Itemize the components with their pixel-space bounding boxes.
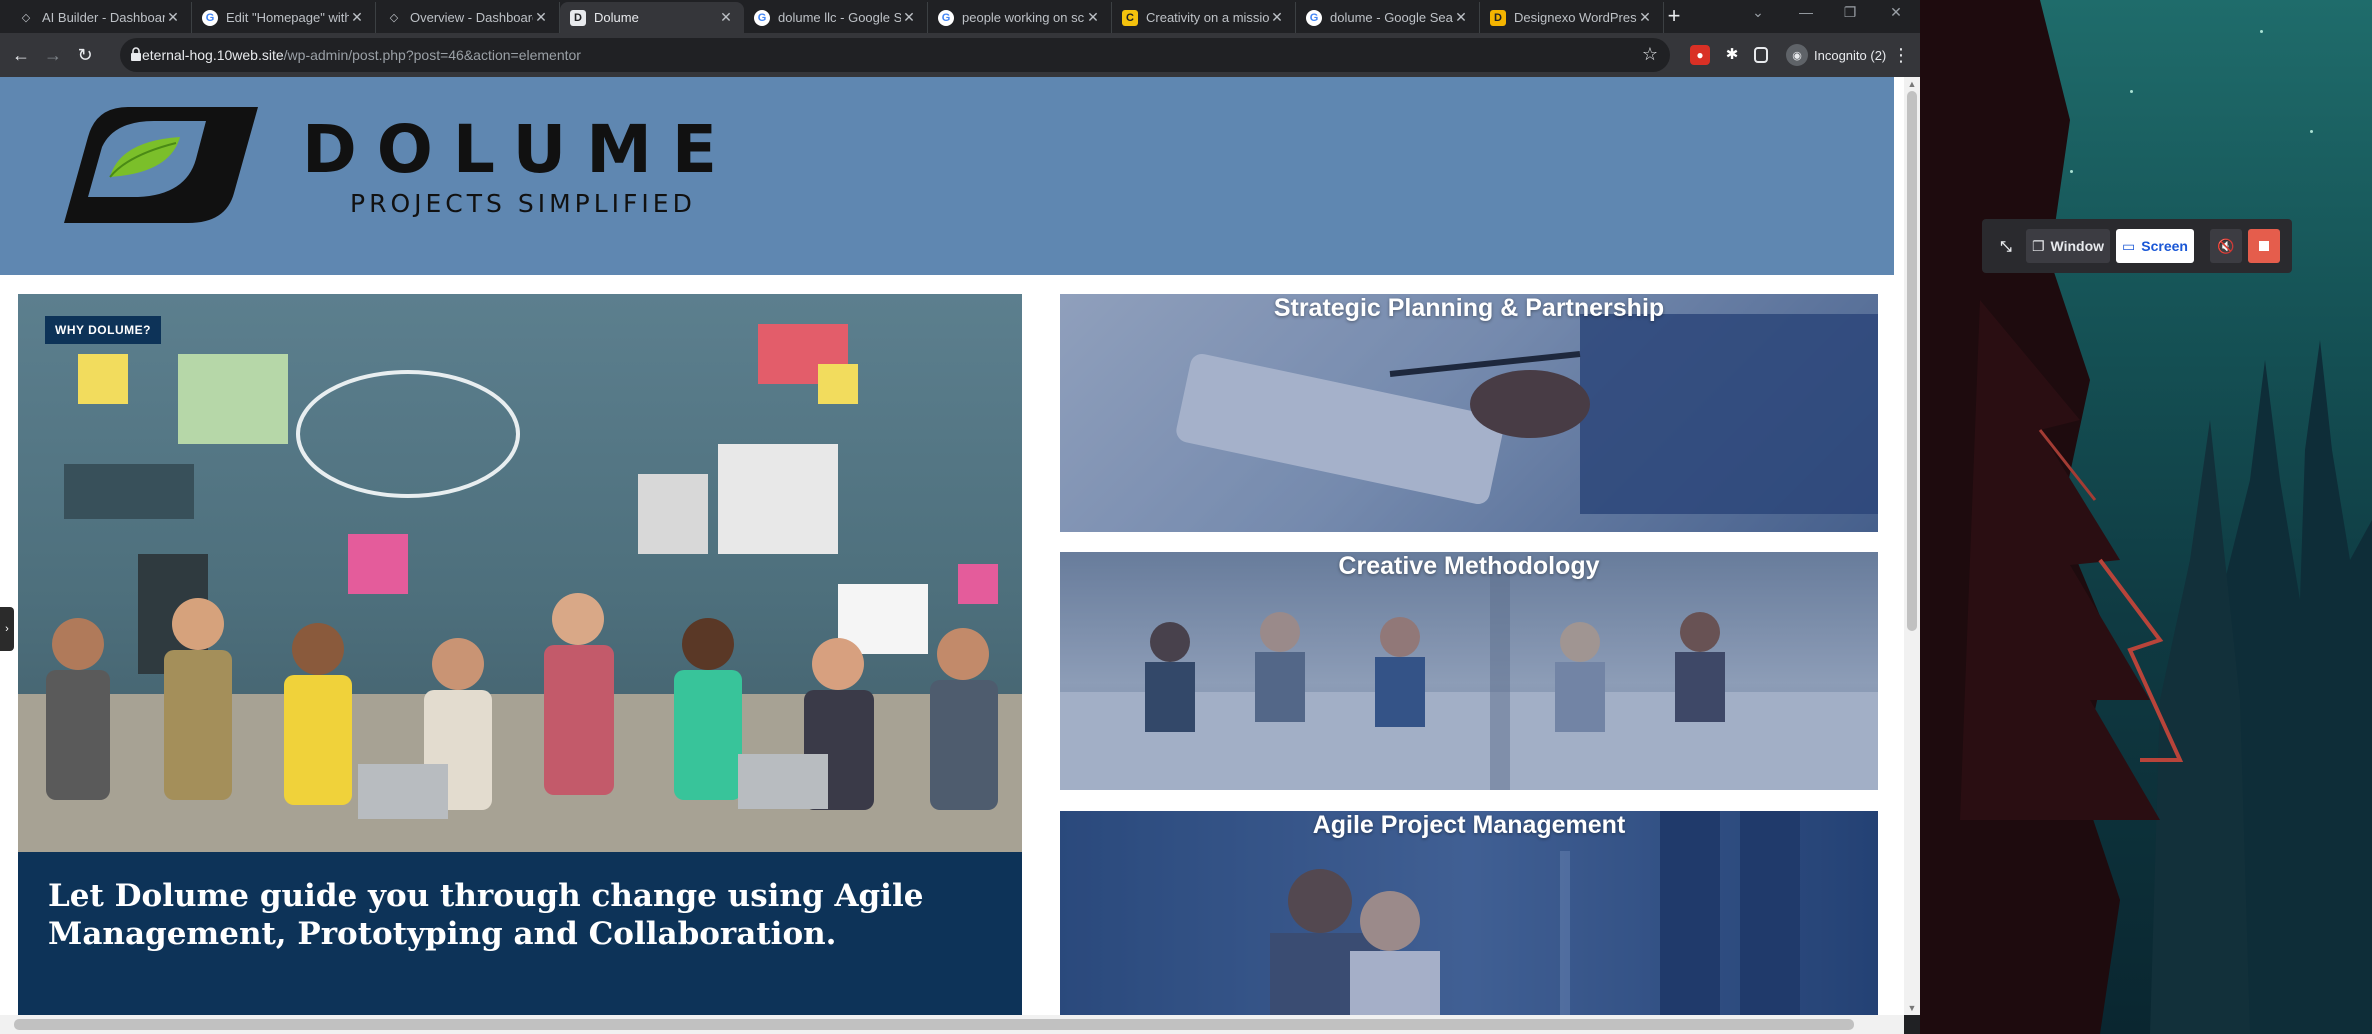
window-mode-label: Window (2050, 238, 2105, 254)
team-planning-photo: WHY DOLUME? (18, 294, 1022, 852)
expand-icon[interactable]: ⤡ (1992, 229, 2020, 263)
tab-dolume-llc-search[interactable]: G dolume llc - Google Search ✕ (744, 2, 928, 33)
tab-edit-homepage[interactable]: G Edit "Homepage" with Elementor ✕ (192, 2, 376, 33)
why-dolume-badge[interactable]: WHY DOLUME? (45, 316, 161, 344)
screen-mode-button[interactable]: ▭ Screen (2116, 229, 2194, 263)
hero-card[interactable]: WHY DOLUME? Let Dolume guide you through… (18, 294, 1022, 1015)
image-overlay (1060, 811, 1878, 1015)
browser-window: ◇ AI Builder - Dashboard ✕ G Edit "Homep… (0, 0, 1920, 1034)
url-host: eternal-hog.10web.site (142, 47, 284, 63)
puzzle-icon[interactable]: ✱ (1722, 45, 1742, 65)
address-bar[interactable]: eternal-hog.10web.site/wp-admin/post.php… (120, 38, 1670, 72)
minimize-icon[interactable]: — (1792, 4, 1820, 20)
elementor-panel-toggle[interactable]: › (0, 607, 14, 651)
vertical-scrollbar[interactable]: ▲ ▼ (1904, 77, 1920, 1015)
service-card-creative-methodology[interactable]: Creative Methodology (1060, 552, 1878, 790)
designexo-icon: D (1490, 9, 1506, 26)
tab-dolume[interactable]: D Dolume ✕ (560, 2, 744, 33)
extension-icon[interactable]: ● (1690, 45, 1710, 65)
close-icon[interactable]: ✕ (1269, 9, 1285, 26)
incognito-icon: ◉ (1786, 44, 1808, 66)
page-viewport: DOLUME PROJECTS SIMPLIFIED WHY DOLUME? L… (0, 77, 1904, 1015)
service-title: Agile Project Management (1312, 811, 1626, 839)
screen-recorder-bar: ⤡ ❐ Window ▭ Screen 🔇 (1982, 219, 2292, 273)
service-card-strategic-planning[interactable]: Strategic Planning & Partnership (1060, 294, 1878, 532)
desktop-wallpaper (1920, 0, 2372, 1034)
window-close-icon[interactable]: ✕ (1882, 4, 1910, 21)
hero-caption: Let Dolume guide you through change usin… (48, 878, 924, 952)
forest-silhouette (1920, 0, 2372, 1034)
tab-title: Creativity on a mission (1146, 10, 1269, 25)
mute-icon[interactable]: 🔇 (2210, 229, 2242, 263)
dolume-logo-mark[interactable] (58, 103, 264, 227)
new-tab-button[interactable]: + (1660, 4, 1688, 30)
window-icon: ❐ (2031, 237, 2045, 254)
close-icon[interactable]: ✕ (1637, 9, 1653, 26)
tab-title: Overview - Dashboard (410, 10, 533, 25)
close-icon[interactable]: ✕ (1085, 9, 1101, 26)
horizontal-scrollbar[interactable] (0, 1015, 1904, 1034)
tab-title: Dolume (594, 10, 639, 25)
tab-people-working[interactable]: G people working on screens ✕ (928, 2, 1112, 33)
stop-recording-button[interactable] (2248, 229, 2280, 263)
tab-title: Designexo WordPress (1514, 10, 1637, 25)
close-icon[interactable]: ✕ (165, 9, 181, 26)
tab-title: people working on screens (962, 10, 1085, 25)
tab-designexo[interactable]: D Designexo WordPress ✕ (1480, 2, 1664, 33)
scroll-thumb[interactable] (14, 1019, 1854, 1030)
service-card-agile-pm[interactable]: Agile Project Management (1060, 811, 1878, 1015)
bookmark-star-icon[interactable]: ☆ (1642, 44, 1658, 65)
tab-creativity[interactable]: C Creativity on a mission ✕ (1112, 2, 1296, 33)
sidepanel-icon[interactable] (1754, 47, 1768, 63)
google-icon: G (754, 9, 770, 26)
scroll-up-icon[interactable]: ▲ (1904, 79, 1920, 89)
maximize-icon[interactable]: ❐ (1836, 4, 1864, 21)
tab-title: AI Builder - Dashboard (42, 10, 165, 25)
service-title: Creative Methodology (1338, 552, 1600, 580)
creativity-icon: C (1122, 9, 1138, 26)
tab-dolume-search[interactable]: G dolume - Google Search ✕ (1296, 2, 1480, 33)
tab-title: dolume llc - Google Search (778, 10, 901, 25)
google-icon: G (202, 9, 218, 26)
url-text: eternal-hog.10web.site/wp-admin/post.php… (142, 47, 581, 63)
forward-icon[interactable]: → (40, 42, 66, 68)
builder-icon: ◇ (389, 12, 399, 24)
scroll-thumb[interactable] (1907, 91, 1917, 631)
screen-mode-label: Screen (2141, 238, 2188, 254)
incognito-profile[interactable]: ◉ Incognito (2) (1786, 41, 1886, 69)
tab-title: dolume - Google Search (1330, 10, 1453, 25)
tab-ai-builder[interactable]: ◇ AI Builder - Dashboard ✕ (8, 2, 192, 33)
menu-icon[interactable]: ⋮ (1892, 45, 1910, 66)
window-mode-button[interactable]: ❐ Window (2026, 229, 2110, 263)
back-icon[interactable]: ← (8, 42, 34, 68)
tab-overview[interactable]: ◇ Overview - Dashboard ✕ (376, 2, 560, 33)
browser-toolbar: ← → ↻ eternal-hog.10web.site/wp-admin/po… (0, 33, 1920, 77)
stop-icon (2259, 241, 2269, 251)
monitor-icon: ▭ (2122, 237, 2136, 254)
logo-wordmark: DOLUME (302, 111, 737, 188)
google-icon: G (938, 9, 954, 26)
close-icon[interactable]: ✕ (533, 9, 549, 26)
image-overlay (1060, 552, 1878, 790)
url-path: /wp-admin/post.php?post=46&action=elemen… (283, 47, 581, 63)
close-icon[interactable]: ✕ (718, 9, 734, 26)
site-header: DOLUME PROJECTS SIMPLIFIED (0, 77, 1894, 275)
google-icon: G (1306, 9, 1322, 26)
builder-icon: ◇ (21, 12, 31, 24)
image-overlay (1060, 294, 1878, 532)
tab-strip: ◇ AI Builder - Dashboard ✕ G Edit "Homep… (0, 0, 1920, 33)
close-icon[interactable]: ✕ (1453, 9, 1469, 26)
tab-title: Edit "Homepage" with Elementor (226, 10, 349, 25)
reload-icon[interactable]: ↻ (72, 42, 98, 68)
scroll-down-icon[interactable]: ▼ (1904, 1003, 1920, 1013)
tab-search-icon[interactable]: ⌄ (1744, 4, 1772, 21)
close-icon[interactable]: ✕ (901, 9, 917, 26)
profile-label: Incognito (2) (1814, 47, 1887, 63)
service-title: Strategic Planning & Partnership (1273, 294, 1665, 322)
close-icon[interactable]: ✕ (349, 9, 365, 26)
logo-tagline: PROJECTS SIMPLIFIED (350, 189, 696, 218)
lock-icon (131, 47, 141, 61)
dolume-icon: D (570, 9, 586, 26)
